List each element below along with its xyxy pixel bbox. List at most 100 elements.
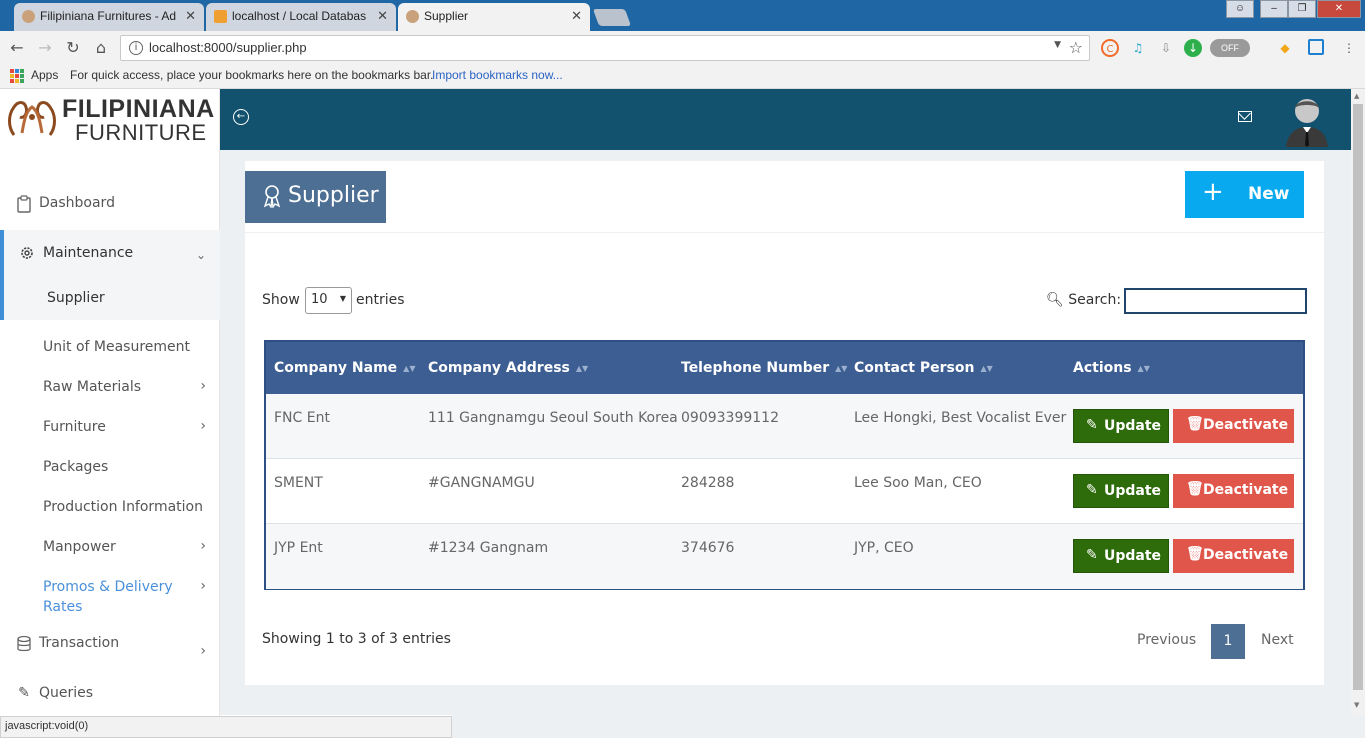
page-number-button[interactable]: 1 <box>1211 624 1245 659</box>
show-label: Show <box>262 292 300 308</box>
chevron-right-icon: › <box>200 643 206 659</box>
update-button[interactable]: ✎ Update <box>1073 474 1169 508</box>
sidebar-item-dashboard[interactable]: Dashboard <box>0 184 220 224</box>
trash-icon: 🗑︎ <box>1186 546 1204 562</box>
sidebar-subitem-raw-materials[interactable]: Raw Materials › <box>0 369 220 409</box>
page-scrollbar[interactable]: ▲ ▼ <box>1351 89 1365 715</box>
column-header-company-name[interactable]: Company Name ▲▼ <box>274 360 415 376</box>
cell-contact-person: Lee Soo Man, CEO <box>854 475 982 491</box>
minimize-button[interactable]: – <box>1260 0 1288 18</box>
table-info: Showing 1 to 3 of 3 entries <box>262 631 451 647</box>
address-bar[interactable]: i localhost:8000/supplier.php ▼ ☆ <box>120 35 1090 61</box>
cell-telephone: 284288 <box>681 475 735 491</box>
scrollbar-thumb[interactable] <box>1353 104 1363 690</box>
update-button[interactable]: ✎ Update <box>1073 539 1169 573</box>
sidebar-subitem-unit-of-measurement[interactable]: Unit of Measurement <box>0 329 220 369</box>
download-icon[interactable]: ⇩ <box>1157 39 1175 57</box>
edit-icon: ✎ <box>1086 482 1098 498</box>
new-supplier-button[interactable]: + New <box>1185 171 1304 218</box>
sidebar-item-maintenance[interactable]: Maintenance ⌄ <box>0 234 220 274</box>
sidebar-item-label: Queries <box>39 685 94 701</box>
green-download-icon[interactable]: ↓ <box>1184 39 1202 57</box>
brand-logo[interactable]: FILIPINIANA FURNITURE <box>0 89 220 149</box>
tab-phpmyadmin[interactable]: localhost / Local Databas ✕ <box>206 3 396 31</box>
tab-supplier[interactable]: Supplier ✕ <box>398 3 590 31</box>
search-label: 🔍︎ Search: <box>1046 292 1121 308</box>
edit-icon: ✎ <box>1086 547 1098 563</box>
page-title: Supplier <box>245 171 386 223</box>
toggle-extension[interactable]: OFF <box>1210 39 1250 57</box>
deactivate-button[interactable]: 🗑︎ Deactivate <box>1173 409 1294 443</box>
award-icon <box>263 185 281 208</box>
sidebar-item-queries[interactable]: ✎ Queries <box>0 674 220 714</box>
import-bookmarks-link[interactable]: Import bookmarks now... <box>432 68 563 82</box>
deactivate-button[interactable]: 🗑︎ Deactivate <box>1173 539 1294 573</box>
entries-length-control: Show 10 ▼ entries <box>262 287 405 314</box>
menu-icon[interactable]: ⋮ <box>1340 39 1358 57</box>
previous-page-button[interactable]: Previous <box>1137 632 1196 648</box>
search-input[interactable] <box>1124 288 1307 314</box>
mail-icon[interactable] <box>1238 111 1252 122</box>
sidebar-subitem-promos-delivery-rates[interactable]: Promos & Delivery Rates › <box>0 569 220 615</box>
scroll-down-icon[interactable]: ▼ <box>1354 701 1359 709</box>
chevron-down-icon: ⌄ <box>195 248 206 262</box>
tab-filipiniana[interactable]: Filipiniana Furnitures - Ad ✕ <box>14 3 204 31</box>
collapse-sidebar-icon[interactable]: ← <box>233 109 249 125</box>
deactivate-button[interactable]: 🗑︎ Deactivate <box>1173 474 1294 508</box>
reload-icon[interactable]: ↻ <box>62 37 84 59</box>
window-close-button[interactable]: ✕ <box>1317 0 1361 18</box>
sidebar-subitem-label: Furniture <box>43 419 106 435</box>
tag-icon[interactable]: ◆ <box>1276 39 1294 57</box>
column-header-telephone-number[interactable]: Telephone Number ▲▼ <box>681 360 847 376</box>
scroll-up-icon[interactable]: ▲ <box>1354 92 1359 100</box>
sidebar-subitem-packages[interactable]: Packages <box>0 449 220 489</box>
close-tab-icon[interactable]: ✕ <box>185 3 196 29</box>
sidebar-subitem-production-information[interactable]: Production Information <box>0 489 220 529</box>
headphones-icon[interactable]: ♫ <box>1129 39 1147 57</box>
select-arrow-icon: ▼ <box>339 294 346 303</box>
bookmark-star-icon[interactable]: ☆ <box>1069 38 1083 57</box>
trash-icon: 🗑︎ <box>1186 481 1204 497</box>
entries-select[interactable]: 10 ▼ <box>305 287 352 314</box>
column-header-contact-person[interactable]: Contact Person ▲▼ <box>854 360 993 376</box>
cell-contact-person: Lee Hongki, Best Vocalist Ever <box>854 410 1067 426</box>
sidebar-item-transaction[interactable]: Transaction › <box>0 624 220 664</box>
new-button-label: New <box>1248 184 1290 204</box>
new-tab-button[interactable] <box>592 9 632 26</box>
app-topbar: ← <box>220 89 1351 150</box>
table-row: SMENT #GANGNAMGU 284288 Lee Soo Man, CEO… <box>266 459 1303 524</box>
sort-icon: ▲▼ <box>403 363 416 373</box>
extension-c-icon[interactable]: C <box>1101 39 1119 57</box>
sidebar-subitem-furniture[interactable]: Furniture › <box>0 409 220 449</box>
sort-icon: ▲▼ <box>1137 363 1150 373</box>
chevron-right-icon: › <box>200 378 206 394</box>
profile-icon[interactable]: ☺ <box>1226 0 1254 18</box>
sort-icon: ▲▼ <box>575 363 589 373</box>
forward-arrow-icon[interactable]: → <box>34 37 56 59</box>
site-info-icon[interactable]: i <box>129 41 143 55</box>
sidebar-item-label: Maintenance <box>43 245 134 261</box>
apps-label[interactable]: Apps <box>31 68 58 82</box>
column-header-company-address[interactable]: Company Address ▲▼ <box>428 360 588 376</box>
avatar[interactable] <box>1284 95 1330 147</box>
chevron-right-icon: › <box>200 538 206 554</box>
close-tab-icon[interactable]: ✕ <box>377 3 388 29</box>
browser-status-bar: javascript:void(0) <box>0 716 452 738</box>
next-page-button[interactable]: Next <box>1261 632 1294 648</box>
apps-grid-icon[interactable] <box>10 69 24 83</box>
bookmarks-bar: Apps For quick access, place your bookma… <box>0 64 1365 89</box>
database-icon <box>15 635 33 653</box>
back-arrow-icon[interactable]: ← <box>6 37 28 59</box>
sidebar-subitem-manpower[interactable]: Manpower › <box>0 529 220 569</box>
update-button[interactable]: ✎ Update <box>1073 409 1169 443</box>
maximize-button[interactable]: ❐ <box>1288 0 1316 18</box>
dropdown-icon[interactable]: ▼ <box>1054 40 1061 50</box>
sidebar-subitem-supplier[interactable]: Supplier <box>0 289 220 329</box>
sidebar-item-label: Dashboard <box>39 195 115 211</box>
close-tab-icon[interactable]: ✕ <box>571 3 582 29</box>
extension-square-icon[interactable] <box>1308 39 1324 55</box>
column-header-actions[interactable]: Actions ▲▼ <box>1073 360 1150 376</box>
sidebar-subitem-label: Raw Materials <box>43 379 142 395</box>
url-text: localhost:8000/supplier.php <box>149 40 307 55</box>
home-icon[interactable]: ⌂ <box>90 37 112 59</box>
